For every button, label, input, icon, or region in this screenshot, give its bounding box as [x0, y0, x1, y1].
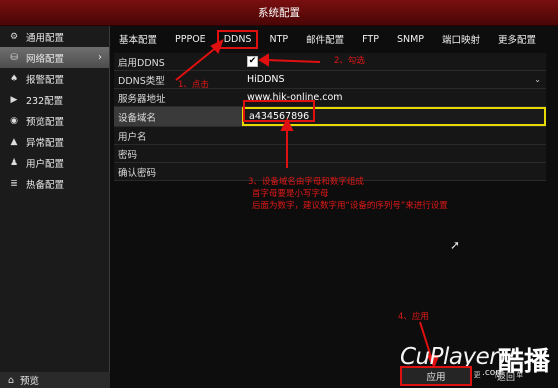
live-view-label: 预览: [20, 376, 40, 387]
annotation-step3-line1: 3、设备域名由字母和数字组成: [248, 177, 364, 187]
sidebar-item-label: 热备配置: [26, 179, 65, 191]
annotation-step3-line3: 后面为数字，建议数字用“设备的序列号”来进行设置: [252, 201, 448, 211]
users-icon: ♟: [9, 157, 19, 168]
sidebar-item-rs232[interactable]: ▶ 232配置: [0, 89, 109, 110]
confirm-password-label: 确认密码: [114, 163, 242, 180]
sidebar-item-alarm[interactable]: ♠ 报警配置: [0, 68, 109, 89]
mouse-cursor-icon: ➚: [450, 238, 461, 252]
tab-more[interactable]: 更多配置: [489, 28, 545, 50]
row-username: 用户名: [114, 127, 546, 145]
network-icon: ⛁: [10, 52, 18, 63]
enable-ddns-label: 启用DDNS: [114, 53, 242, 70]
password-label: 密码: [114, 145, 242, 162]
sidebar-item-preview[interactable]: ◉ 预览配置: [0, 110, 109, 131]
tab-ftp[interactable]: FTP: [353, 28, 388, 50]
sidebar-item-label: 报警配置: [26, 74, 65, 86]
password-field[interactable]: [242, 145, 546, 162]
ddns-type-select[interactable]: HiDDNS ⌄: [242, 71, 546, 88]
tab-pppoe[interactable]: PPPOE: [166, 28, 215, 50]
sidebar-item-label: 预览配置: [26, 116, 65, 128]
tab-basic[interactable]: 基本配置: [110, 28, 166, 50]
sidebar-item-hotspare[interactable]: ≣ 热备配置: [0, 173, 109, 194]
sidebar-item-network[interactable]: ⛁ 网络配置 ›: [0, 47, 109, 68]
sidebar-item-general[interactable]: ⚙ 通用配置: [0, 26, 109, 47]
bell-icon: ♠: [9, 73, 19, 84]
annotation-step3-line2: 首字母要是小写字母: [252, 189, 329, 199]
eye-icon: ◉: [10, 115, 18, 126]
annotation-step1: 1、点击: [178, 80, 209, 90]
sidebar-item-label: 网络配置: [26, 53, 65, 65]
tab-email[interactable]: 邮件配置: [297, 28, 353, 50]
title-bar: 系统配置: [0, 0, 558, 26]
device-domain-label: 设备域名: [114, 107, 242, 126]
sidebar-item-label: 异常配置: [26, 137, 65, 149]
row-password: 密码: [114, 145, 546, 163]
chevron-down-icon: ⌄: [534, 75, 541, 84]
server-icon: ≣: [10, 178, 18, 189]
annotation-step4: 4、应用: [398, 312, 429, 322]
sidebar: ⚙ 通用配置 ⛁ 网络配置 › ♠ 报警配置 ▶ 232配置 ◉ 预览配置 ▲ …: [0, 26, 110, 388]
enable-ddns-checkbox[interactable]: ✔: [247, 56, 258, 67]
live-view-button[interactable]: ⌂ 预览: [0, 372, 110, 388]
sidebar-item-label: 通用配置: [26, 32, 65, 44]
annotation-step2: 2、勾选: [334, 56, 365, 66]
tab-bar: 基本配置 PPPOE DDNS NTP 邮件配置 FTP SNMP 端口映射 更…: [110, 28, 558, 50]
sidebar-item-users[interactable]: ♟ 用户配置: [0, 152, 109, 173]
warning-icon: ▲: [10, 136, 18, 147]
window-title: 系统配置: [258, 7, 300, 19]
ddns-type-value: HiDDNS: [247, 74, 285, 85]
row-device-domain: 设备域名 a434567896: [114, 107, 546, 127]
domain-highlight-box: [243, 100, 315, 122]
tab-port-mapping[interactable]: 端口映射: [433, 28, 489, 50]
tab-snmp[interactable]: SNMP: [388, 28, 433, 50]
apply-button[interactable]: 应用: [400, 366, 472, 386]
server-address-label: 服务器地址: [114, 89, 242, 106]
sidebar-item-label: 232配置: [26, 95, 64, 107]
gear-icon: ⚙: [9, 31, 19, 42]
tab-ddns[interactable]: DDNS: [216, 29, 259, 49]
sidebar-item-label: 用户配置: [26, 158, 65, 170]
sidebar-item-exception[interactable]: ▲ 异常配置: [0, 131, 109, 152]
username-label: 用户名: [114, 127, 242, 144]
row-server-address: 服务器地址 www.hik-online.com: [114, 89, 546, 107]
port-icon: ▶: [10, 94, 18, 105]
row-enable-ddns: 启用DDNS ✔: [114, 53, 546, 71]
back-button[interactable]: 返回: [497, 370, 515, 383]
ddns-form: 启用DDNS ✔ DDNS类型 HiDDNS ⌄ 服务器地址 www.hik-o…: [114, 53, 546, 181]
home-icon: ⌂: [8, 374, 15, 386]
username-field[interactable]: [242, 127, 546, 144]
chevron-right-icon: ›: [98, 52, 102, 63]
tab-ntp[interactable]: NTP: [260, 28, 297, 50]
